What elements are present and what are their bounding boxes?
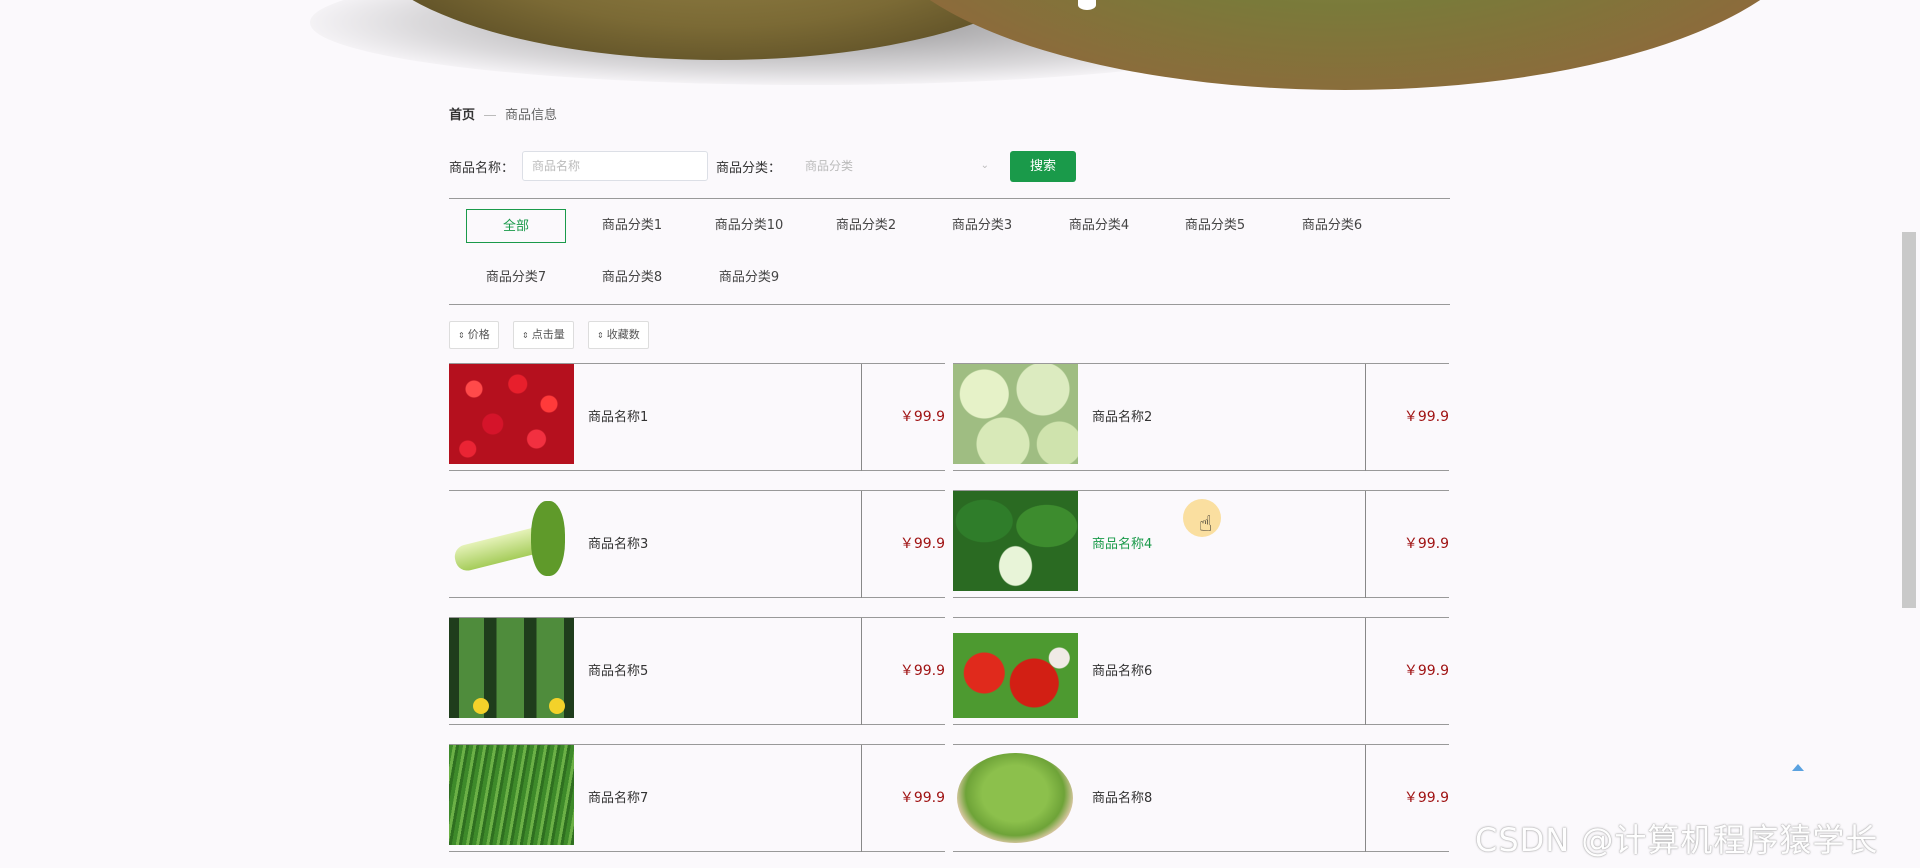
sort-arrows-icon: ⇕ [522,331,529,340]
category-tab-10[interactable]: 商品分类10 [699,209,799,243]
category-tab-6[interactable]: 商品分类6 [1282,209,1382,243]
product-card[interactable]: 商品名称8 ￥99.9 [953,744,1449,852]
card-divider [861,491,862,598]
product-price: ￥99.9 [899,790,945,806]
category-tab-8[interactable]: 商品分类8 [582,261,682,295]
product-name-input[interactable]: 商品名称 [522,151,709,181]
category-tab-3[interactable]: 商品分类3 [932,209,1032,243]
product-card[interactable]: 商品名称3 ￥99.9 [449,490,945,598]
hand-pointer-icon: ☝ [1199,512,1213,537]
breadcrumb-current: 商品信息 [505,108,558,123]
product-name[interactable]: 商品名称7 [588,745,648,852]
product-price: ￥99.9 [1403,536,1449,552]
product-price: ￥99.9 [1403,409,1449,425]
watermark: CSDN @计算机程序猿学长 [1475,821,1879,859]
sort-favorites-label: 收藏数 [606,328,640,341]
hero-banner [0,0,1920,92]
product-name[interactable]: 商品名称5 [588,618,648,725]
sort-favorites-button[interactable]: ⇕ 收藏数 [588,321,649,349]
sort-price-button[interactable]: ⇕ 价格 [449,321,499,349]
edamame-image[interactable] [953,745,1078,845]
category-tab-all[interactable]: 全部 [466,209,566,243]
category-tab-9[interactable]: 商品分类9 [699,261,799,295]
chevron-down-icon: ⌄ [980,160,990,171]
radish-image[interactable] [449,364,574,464]
card-divider [1365,364,1366,471]
category-tabs: 全部 商品分类1 商品分类10 商品分类2 商品分类3 商品分类4 商品分类5 … [449,198,1450,305]
category-tab-7[interactable]: 商品分类7 [466,261,566,295]
tomato-image[interactable] [953,618,1078,718]
product-name[interactable]: 商品名称4 [1092,491,1152,598]
sort-arrows-icon: ⇕ [597,331,604,340]
product-card[interactable]: 商品名称1 ￥99.9 [449,363,945,471]
product-name[interactable]: 商品名称1 [588,364,648,471]
product-name[interactable]: 商品名称6 [1092,618,1152,725]
breadcrumb: 首页 商品信息 [449,104,557,123]
page-scrollbar[interactable] [1902,232,1916,608]
green-beans-image[interactable] [449,745,574,845]
search-button[interactable]: 搜索 [1010,150,1077,182]
back-to-top-icon[interactable] [1792,764,1804,771]
product-name[interactable]: 商品名称2 [1092,364,1152,471]
sort-arrows-icon: ⇕ [458,331,465,340]
card-divider [861,618,862,725]
sort-clicks-button[interactable]: ⇕ 点击量 [513,321,574,349]
product-card[interactable]: 商品名称5 ￥99.9 [449,617,945,725]
category-tab-1[interactable]: 商品分类1 [582,209,682,243]
product-price: ￥99.9 [899,409,945,425]
product-price: ￥99.9 [899,536,945,552]
product-card[interactable]: 商品名称7 ￥99.9 [449,744,945,852]
product-category-label: 商品分类： [716,160,782,176]
product-name[interactable]: 商品名称3 [588,491,648,598]
product-card[interactable]: 商品名称6 ￥99.9 [953,617,1449,725]
product-category-placeholder: 商品分类 [805,159,854,173]
product-price: ￥99.9 [1403,663,1449,679]
card-divider [1365,745,1366,852]
category-tab-2[interactable]: 商品分类2 [816,209,916,243]
category-tab-5[interactable]: 商品分类5 [1165,209,1265,243]
product-name-label: 商品名称： [449,160,515,176]
bok-choy-image[interactable] [953,491,1078,591]
celery-image[interactable] [449,491,574,591]
breadcrumb-separator [484,115,497,116]
card-divider [861,745,862,852]
card-divider [1365,618,1366,725]
luffa-image[interactable] [449,618,574,718]
sort-clicks-label: 点击量 [531,328,565,341]
card-divider [1365,491,1366,598]
product-name[interactable]: 商品名称8 [1092,745,1152,852]
product-category-select[interactable]: 商品分类 ⌄ [795,151,995,181]
product-card[interactable]: 商品名称2 ￥99.9 [953,363,1449,471]
cabbage-image[interactable] [953,364,1078,464]
sort-price-label: 价格 [467,328,490,341]
product-price: ￥99.9 [1403,790,1449,806]
card-divider [861,364,862,471]
breadcrumb-home[interactable]: 首页 [449,108,475,123]
search-bar: 商品名称： 商品名称 商品分类： 商品分类 ⌄ 搜索 [449,150,1077,182]
category-tab-4[interactable]: 商品分类4 [1049,209,1149,243]
product-price: ￥99.9 [899,663,945,679]
